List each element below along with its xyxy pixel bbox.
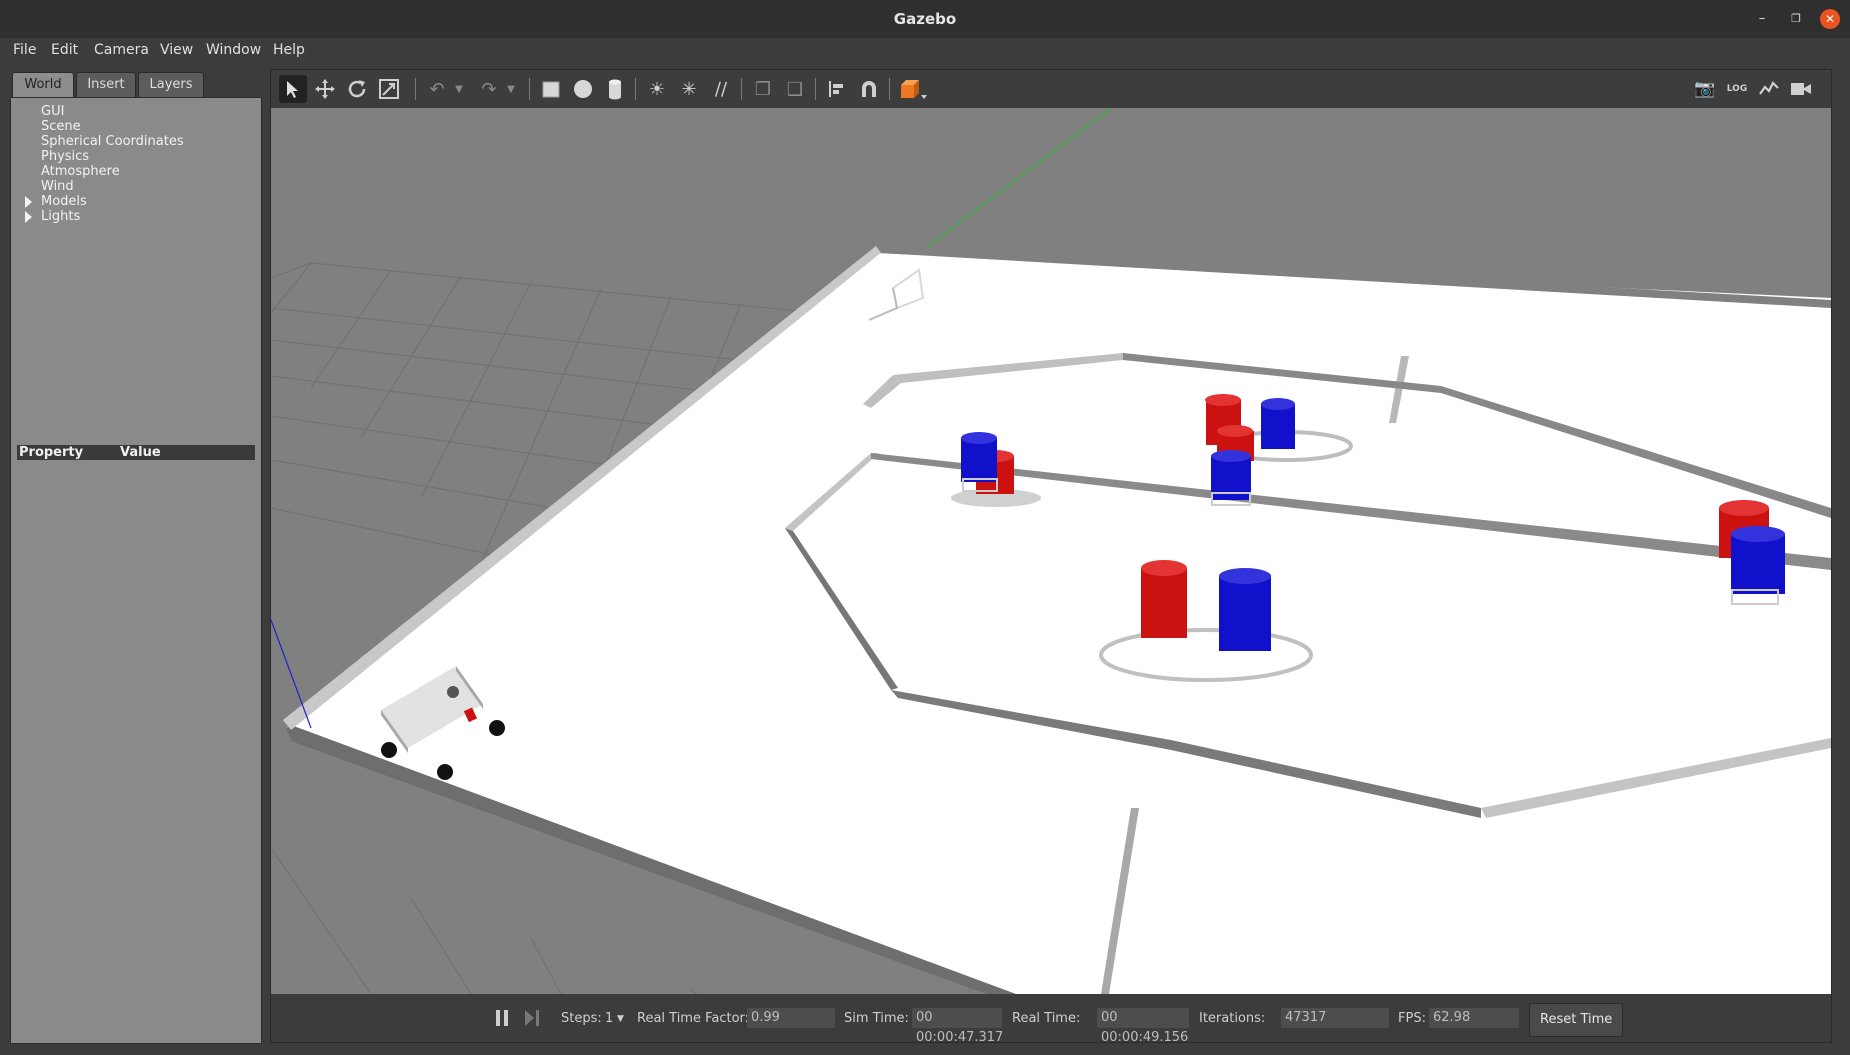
toolbar-separator [635,78,636,100]
real-time-label: Real Time: [1012,1011,1081,1026]
tree-item-models-label: Models [41,194,87,209]
snap-icon[interactable] [855,75,883,103]
screenshot-icon[interactable]: 📷 [1691,75,1719,103]
reset-time-button[interactable]: Reset Time [1529,1003,1624,1037]
rtf-label: Real Time Factor: [637,1011,750,1026]
point-light-icon[interactable]: ☀ [643,75,671,103]
blue-bucket[interactable] [961,438,997,482]
menu-view[interactable]: View [160,42,193,58]
toolbar-separator [529,78,530,100]
log-icon[interactable]: LOG [1723,75,1751,103]
blue-bucket[interactable] [1219,576,1271,651]
cylinder-icon[interactable] [601,75,629,103]
menu-help[interactable]: Help [273,42,305,58]
scale-icon[interactable] [375,75,403,103]
maximize-icon[interactable]: ❐ [1786,9,1806,29]
tree-item-wind[interactable]: Wind [41,179,184,194]
tab-insert[interactable]: Insert [76,72,136,97]
property-header: Property Value [17,445,255,460]
sim-time-value: 00 00:00:47.317 [912,1008,1003,1045]
world-panel: GUI Scene Spherical Coordinates Physics … [10,97,262,1044]
menu-file[interactable]: File [13,42,36,58]
video-icon[interactable] [1787,75,1815,103]
box-icon[interactable] [537,75,565,103]
step-icon[interactable] [523,1009,541,1031]
steps-value[interactable]: 1 [605,1011,613,1026]
directional-light-icon[interactable]: ∕∕ [707,75,735,103]
paste-icon[interactable]: ❑ [781,75,809,103]
toolbar-separator [815,78,816,100]
bottom-bar: Steps: 1 ▼ Real Time Factor: 0.99 Sim Ti… [271,994,1831,1045]
align-icon[interactable] [823,75,851,103]
property-column-header: Property [19,445,84,460]
rotate-icon[interactable] [343,75,371,103]
tree-item-gui[interactable]: GUI [41,104,184,119]
pause-icon[interactable] [493,1009,511,1031]
undo-icon[interactable]: ↶ [423,75,451,103]
menu-edit[interactable]: Edit [51,42,78,58]
change-view-icon[interactable] [895,75,931,103]
redo-icon[interactable]: ↷ [475,75,503,103]
redo-dropdown-icon[interactable]: ▼ [503,75,519,103]
tree-item-lights[interactable]: Lights [25,209,184,224]
window-title: Gazebo [893,10,957,28]
minimize-icon[interactable]: – [1752,9,1772,29]
select-arrow-icon[interactable] [279,75,307,103]
tree-item-atmosphere[interactable]: Atmosphere [41,164,184,179]
red-bucket[interactable] [1141,568,1187,638]
tab-world[interactable]: World [12,72,74,97]
steps-label: Steps: [561,1011,602,1026]
scene-canvas[interactable] [271,108,1831,994]
tree-item-physics[interactable]: Physics [41,149,184,164]
tree-item-scene[interactable]: Scene [41,119,184,134]
toolbar-separator [415,78,416,100]
expand-arrow-icon[interactable] [25,211,32,223]
plot-icon[interactable] [1755,75,1783,103]
fps-value: 62.98 [1429,1008,1519,1028]
steps-dropdown-icon[interactable]: ▼ [617,1014,624,1024]
tree-item-spherical-coordinates[interactable]: Spherical Coordinates [41,134,184,149]
iterations-label: Iterations: [1199,1011,1266,1026]
blue-bucket[interactable] [1261,404,1295,449]
render-viewport: ↶ ▼ ↷ ▼ ☀ ✳ ∕∕ ❐ ❑ 📷 LOG Steps: 1 ▼ Real… [270,69,1832,1045]
toolbar-separator [889,78,890,100]
toolbar: ↶ ▼ ↷ ▼ ☀ ✳ ∕∕ ❐ ❑ 📷 LOG [271,70,1831,108]
rtf-value: 0.99 [747,1008,835,1028]
tab-layers[interactable]: Layers [138,72,204,97]
left-panel: World Insert Layers GUI Scene Spherical … [0,64,268,1055]
menu-bar: File Edit Camera View Window Help [0,38,1850,64]
fps-label: FPS: [1398,1011,1426,1026]
copy-icon[interactable]: ❐ [749,75,777,103]
undo-dropdown-icon[interactable]: ▼ [451,75,467,103]
expand-arrow-icon[interactable] [25,196,32,208]
menu-window[interactable]: Window [206,42,261,58]
tree-item-lights-label: Lights [41,209,81,224]
menu-camera[interactable]: Camera [94,42,149,58]
value-column-header: Value [120,445,161,460]
blue-bucket[interactable] [1731,534,1785,594]
translate-icon[interactable] [311,75,339,103]
sphere-icon[interactable] [569,75,597,103]
tree-item-models[interactable]: Models [25,194,184,209]
spot-light-icon[interactable]: ✳ [675,75,703,103]
iterations-value: 47317 [1281,1008,1389,1028]
close-icon[interactable]: ✕ [1820,9,1840,29]
sim-time-label: Sim Time: [844,1011,909,1026]
real-time-value: 00 00:00:49.156 [1097,1008,1189,1045]
toolbar-separator [741,78,742,100]
title-bar: Gazebo – ❐ ✕ [0,0,1850,38]
world-tree: GUI Scene Spherical Coordinates Physics … [25,104,184,224]
